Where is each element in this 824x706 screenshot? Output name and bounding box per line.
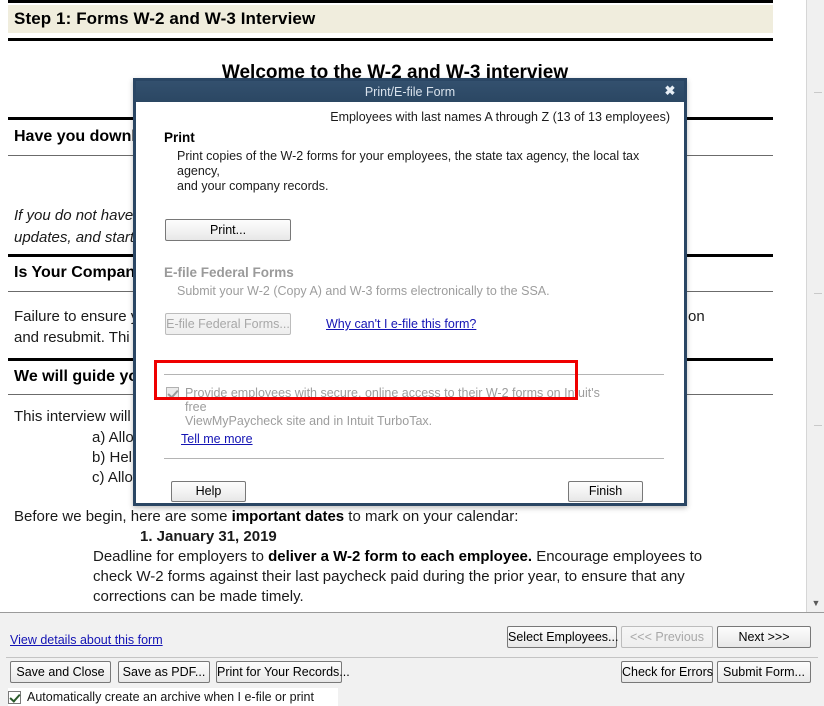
- print-section-description: Print copies of the W-2 forms for your e…: [177, 149, 684, 194]
- scroll-down-arrow-icon[interactable]: ▼: [808, 595, 824, 611]
- why-cant-i-efile-link[interactable]: Why can't I e-file this form?: [326, 317, 476, 331]
- text-date-item: 1. January 31, 2019: [140, 528, 277, 545]
- view-details-link[interactable]: View details about this form: [10, 633, 163, 647]
- save-and-close-button[interactable]: Save and Close: [10, 661, 111, 683]
- print-desc-line1: Print copies of the W-2 forms for your e…: [177, 149, 639, 178]
- text-failure-line-1-tail: on: [688, 308, 705, 325]
- rule-top: [8, 0, 773, 3]
- heading-is-your-company: Is Your Compan: [14, 264, 135, 282]
- viewmypaycheck-checkbox: [166, 387, 179, 400]
- step-banner-label: Step 1: Forms W-2 and W-3 Interview: [8, 9, 315, 29]
- text-failure-line-2: and resubmit. Thi: [14, 329, 130, 346]
- help-button[interactable]: Help: [171, 481, 246, 502]
- deadline-part1: Deadline for employers to: [93, 548, 268, 565]
- save-as-pdf-button[interactable]: Save as PDF...: [118, 661, 210, 683]
- text-before-we-begin: Before we begin, here are some important…: [14, 508, 518, 525]
- archive-checkbox[interactable]: [8, 691, 21, 704]
- dialog-title: Print/E-file Form: [365, 85, 455, 99]
- before-begin-part2: to mark on your calendar:: [344, 508, 518, 525]
- scrollbar-tick: [814, 293, 822, 294]
- efile-section-description: Submit your W-2 (Copy A) and W-3 forms e…: [177, 284, 550, 299]
- print-efile-dialog: Print/E-file Form ✖ Employees with last …: [133, 78, 687, 506]
- text-italic-line-2: updates, and start: [14, 229, 134, 246]
- toolbar-divider: [6, 657, 818, 658]
- deadline-part2: Encourage employees to: [532, 548, 702, 565]
- finish-button[interactable]: Finish: [568, 481, 643, 502]
- text-interview-intro: This interview will: [14, 408, 131, 425]
- before-begin-bold: important dates: [232, 508, 345, 525]
- text-deadline-line-3: corrections can be made timely.: [93, 588, 304, 605]
- separator-above-footer: [164, 458, 664, 459]
- text-deadline-line-1: Deadline for employers to deliver a W-2 …: [93, 548, 702, 565]
- dialog-titlebar[interactable]: Print/E-file Form ✖: [136, 81, 684, 102]
- text-italic-line-1: If you do not have: [14, 207, 133, 224]
- heading-have-you-downloaded: Have you downl: [14, 128, 136, 146]
- viewmypaycheck-row: Provide employees with secure, online ac…: [166, 386, 618, 428]
- heading-we-will-guide: We will guide yo: [14, 368, 138, 386]
- select-employees-button[interactable]: Select Employees...: [507, 626, 617, 648]
- print-desc-line2: and your company records.: [177, 179, 328, 193]
- text-failure-line-1: Failure to ensure y: [14, 308, 138, 325]
- scrollbar-tick: [814, 92, 822, 93]
- submit-form-button[interactable]: Submit Form...: [717, 661, 811, 683]
- viewmypaycheck-label: Provide employees with secure, online ac…: [185, 386, 618, 428]
- vmp-line1: Provide employees with secure, online ac…: [185, 386, 600, 414]
- tell-me-more-link[interactable]: Tell me more: [181, 432, 253, 446]
- efile-federal-forms-button: E-file Federal Forms...: [165, 313, 291, 335]
- rule-under-banner: [8, 38, 773, 41]
- vmp-line2: ViewMyPaycheck site and in Intuit TurboT…: [185, 414, 432, 428]
- print-section-heading: Print: [164, 130, 195, 145]
- efile-section-heading: E-file Federal Forms: [164, 265, 294, 280]
- close-icon[interactable]: ✖: [662, 83, 678, 99]
- application-window: Step 1: Forms W-2 and W-3 Interview Welc…: [0, 0, 824, 706]
- vertical-scrollbar[interactable]: ▼: [806, 0, 824, 612]
- step-banner: Step 1: Forms W-2 and W-3 Interview: [8, 5, 773, 33]
- dialog-body: Employees with last names A through Z (1…: [136, 102, 684, 503]
- employee-count-label: Employees with last names A through Z (1…: [330, 110, 670, 124]
- separator-above-viewmypaycheck: [164, 374, 664, 375]
- deadline-bold: deliver a W-2 form to each employee.: [268, 548, 532, 565]
- print-for-records-button[interactable]: Print for Your Records...: [216, 661, 342, 683]
- print-button[interactable]: Print...: [165, 219, 291, 241]
- next-button[interactable]: Next >>>: [717, 626, 811, 648]
- check-for-errors-button[interactable]: Check for Errors: [621, 661, 713, 683]
- previous-button: <<< Previous: [621, 626, 713, 648]
- archive-checkbox-label: Automatically create an archive when I e…: [27, 690, 314, 704]
- text-deadline-line-2: check W-2 forms against their last paych…: [93, 568, 685, 585]
- before-begin-part1: Before we begin, here are some: [14, 508, 232, 525]
- scrollbar-tick: [814, 425, 822, 426]
- archive-checkbox-row[interactable]: Automatically create an archive when I e…: [8, 688, 338, 706]
